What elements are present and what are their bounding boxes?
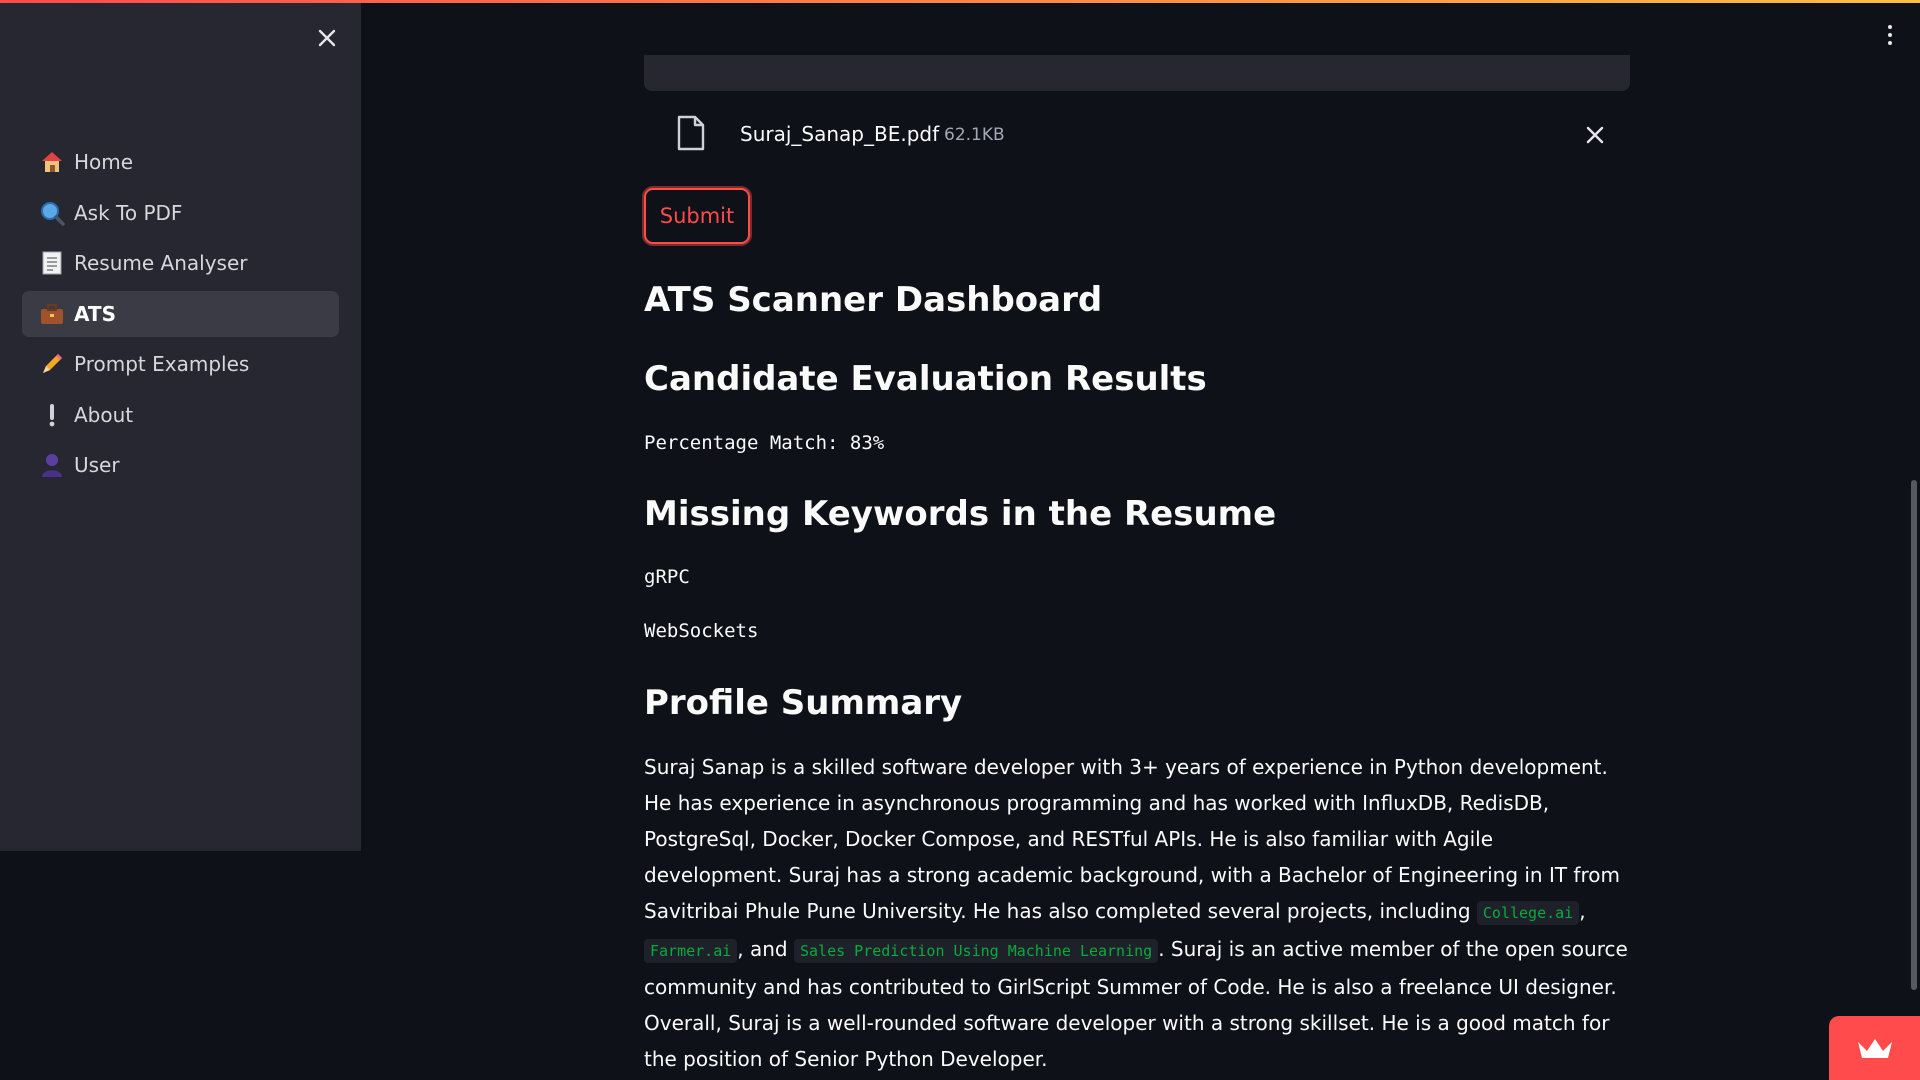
file-dropzone[interactable] [644, 55, 1630, 91]
sidebar-item-label: User [74, 453, 120, 477]
sidebar-item-label: Home [74, 150, 134, 174]
submit-button[interactable]: Submit [644, 188, 750, 244]
missing-keyword: WebSockets [644, 620, 759, 642]
magnifier-icon [38, 199, 66, 227]
sidebar-item-label: Ask To PDF [74, 200, 183, 225]
sidebar-item-ats[interactable]: ATS [22, 290, 339, 337]
sidebar-item-label: About [74, 402, 134, 427]
file-size: 62.1KB [944, 125, 1005, 145]
sidebar-item-label: ATS [74, 301, 116, 326]
percentage-match: Percentage Match: 83% [644, 432, 885, 454]
close-icon [318, 29, 336, 47]
streamlit-badge[interactable] [1829, 1016, 1920, 1080]
profile-summary-text: Suraj Sanap is a skilled software develo… [644, 749, 1634, 1077]
project-code-sales-prediction: Sales Prediction Using Machine Learning [793, 939, 1159, 963]
sidebar-item-user[interactable]: User [22, 442, 339, 488]
page-scrollbar[interactable] [1911, 480, 1917, 990]
pencil-icon [38, 350, 66, 378]
close-sidebar-button[interactable] [314, 25, 340, 51]
crown-icon [1857, 1039, 1892, 1058]
exclamation-icon [38, 401, 66, 429]
profile-summary-heading: Profile Summary [644, 683, 963, 723]
results-heading: Candidate Evaluation Results [644, 359, 1207, 399]
document-icon [38, 249, 66, 277]
kebab-dot [1888, 41, 1892, 45]
sidebar-item-ask-to-pdf[interactable]: Ask To PDF [22, 190, 339, 236]
summary-text: Suraj Sanap is a skilled software develo… [644, 755, 1620, 923]
missing-keyword: gRPC [644, 566, 690, 588]
user-icon [38, 451, 66, 479]
sidebar-nav: Home Ask To PDF Resume Analyser ATS Prom… [22, 139, 339, 493]
sidebar-item-home[interactable]: Home [22, 139, 339, 185]
remove-file-button[interactable] [1580, 120, 1610, 150]
kebab-dot [1888, 33, 1892, 37]
file-name: Suraj_Sanap_BE.pdf [740, 122, 940, 146]
project-code-farmer: Farmer.ai [644, 939, 738, 963]
sidebar-item-label: Resume Analyser [74, 251, 248, 275]
house-icon [38, 148, 66, 176]
file-icon [676, 115, 706, 155]
sidebar-item-label: Prompt Examples [74, 352, 250, 376]
missing-keywords-heading: Missing Keywords in the Resume [644, 494, 1277, 534]
summary-separator: , and [737, 937, 794, 961]
sidebar-item-prompt-examples[interactable]: Prompt Examples [22, 341, 339, 387]
main-menu-button[interactable] [1877, 20, 1903, 50]
briefcase-icon [38, 300, 66, 328]
sidebar-item-resume-analyser[interactable]: Resume Analyser [22, 240, 339, 286]
dashboard-title: ATS Scanner Dashboard [644, 280, 1103, 320]
sidebar-item-about[interactable]: About [22, 392, 339, 438]
summary-separator: , [1579, 899, 1586, 923]
close-icon [1586, 126, 1604, 144]
kebab-dot [1888, 25, 1892, 29]
project-code-college: College.ai [1476, 901, 1580, 925]
uploaded-file-row: Suraj_Sanap_BE.pdf 62.1KB [644, 110, 1630, 160]
sidebar: Home Ask To PDF Resume Analyser ATS Prom… [0, 3, 361, 851]
